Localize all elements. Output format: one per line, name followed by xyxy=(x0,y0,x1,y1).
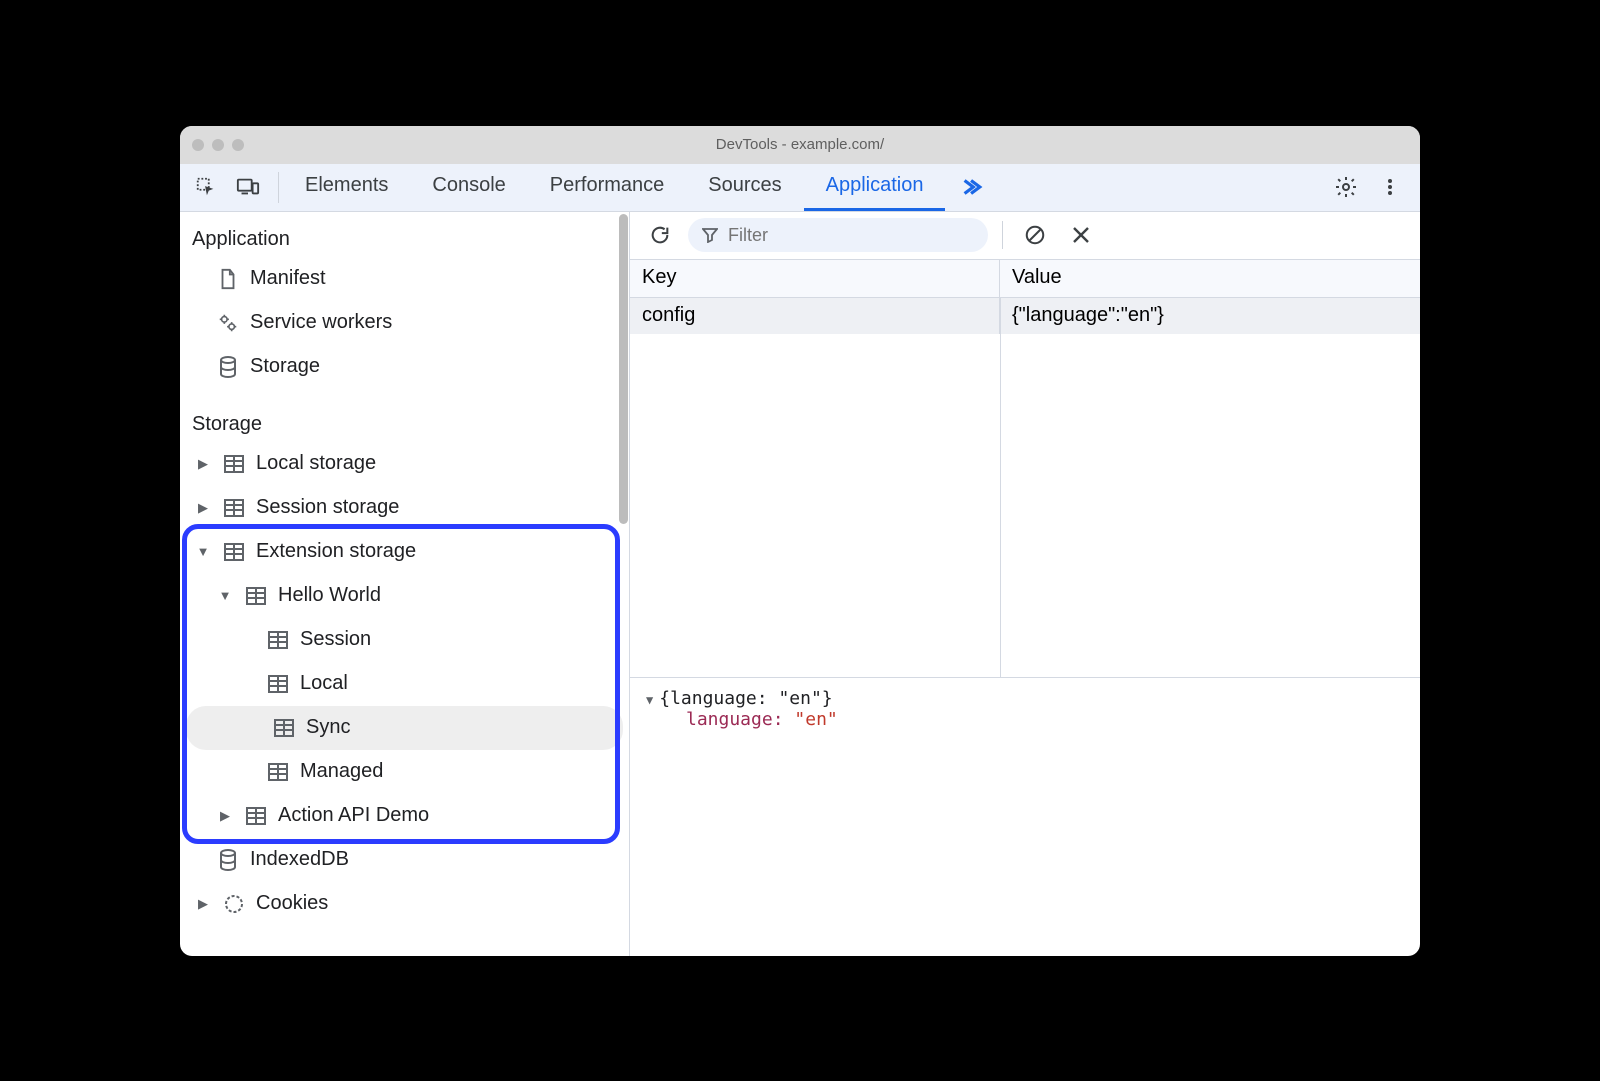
cell-value: {"language":"en"} xyxy=(1000,304,1420,327)
sidebar-item-session-storage[interactable]: ▶ Session storage xyxy=(180,486,629,530)
clear-all-icon[interactable] xyxy=(1017,217,1053,253)
table-body: config {"language":"en"} xyxy=(630,298,1420,678)
content-panel: Key Value config {"language":"en"} ▼{lan… xyxy=(630,212,1420,956)
sidebar-item-action-api-demo[interactable]: ▶ Action API Demo xyxy=(180,794,629,838)
sidebar-item-managed[interactable]: Managed xyxy=(180,750,629,794)
tab-elements[interactable]: Elements xyxy=(283,164,410,211)
filter-input[interactable] xyxy=(688,218,988,252)
tab-sources[interactable]: Sources xyxy=(686,164,803,211)
table-row[interactable]: config {"language":"en"} xyxy=(630,298,1420,334)
gear-icon[interactable] xyxy=(1328,169,1364,205)
traffic-min[interactable] xyxy=(212,139,224,151)
sidebar-item-hello-world[interactable]: ▼ Hello World xyxy=(180,574,629,618)
value-preview: ▼{language: "en"} language: "en" xyxy=(630,678,1420,956)
table-icon xyxy=(244,587,268,605)
main-toolbar: Elements Console Performance Sources App… xyxy=(180,164,1420,212)
kebab-icon[interactable] xyxy=(1372,169,1408,205)
sidebar: Application Manifest Service workers Sto… xyxy=(180,212,630,956)
sidebar-item-service-workers[interactable]: Service workers xyxy=(180,301,629,345)
table-icon xyxy=(266,631,290,649)
section-application: Application xyxy=(180,218,629,257)
chevron-down-icon: ▼ xyxy=(194,544,212,559)
sidebar-item-cookies[interactable]: ▶ Cookies xyxy=(180,882,629,926)
sidebar-item-local-storage[interactable]: ▶ Local storage xyxy=(180,442,629,486)
section-storage: Storage xyxy=(180,403,629,442)
traffic-close[interactable] xyxy=(192,139,204,151)
db-icon xyxy=(216,356,240,378)
sidebar-item-extension-storage[interactable]: ▼ Extension storage xyxy=(180,530,629,574)
sidebar-item-sync[interactable]: Sync xyxy=(186,706,623,750)
filter-icon xyxy=(702,227,718,243)
chevron-right-icon: ▶ xyxy=(194,896,212,912)
column-value[interactable]: Value xyxy=(1000,260,1420,297)
chevron-right-icon: ▶ xyxy=(216,808,234,824)
sidebar-item-manifest[interactable]: Manifest xyxy=(180,257,629,301)
table-icon xyxy=(244,807,268,825)
more-tabs-icon[interactable] xyxy=(945,164,995,211)
table-icon xyxy=(222,543,246,561)
column-key[interactable]: Key xyxy=(630,260,1000,297)
table-icon xyxy=(272,719,296,737)
traffic-max[interactable] xyxy=(232,139,244,151)
table-icon xyxy=(222,499,246,517)
panel-tabs: Elements Console Performance Sources App… xyxy=(283,164,945,211)
refresh-icon[interactable] xyxy=(642,217,678,253)
chevron-down-icon[interactable]: ▼ xyxy=(646,693,653,707)
tab-console[interactable]: Console xyxy=(410,164,527,211)
sidebar-item-local[interactable]: Local xyxy=(180,662,629,706)
tab-performance[interactable]: Performance xyxy=(528,164,687,211)
sidebar-item-session[interactable]: Session xyxy=(180,618,629,662)
table-icon xyxy=(266,675,290,693)
devtools-window: DevTools - example.com/ Elements Console xyxy=(180,126,1420,956)
chevron-down-icon: ▼ xyxy=(216,588,234,603)
table-icon xyxy=(222,455,246,473)
file-icon xyxy=(216,268,240,290)
tab-application[interactable]: Application xyxy=(804,164,946,211)
window-title: DevTools - example.com/ xyxy=(180,136,1420,153)
close-icon[interactable] xyxy=(1063,217,1099,253)
filter-text[interactable] xyxy=(728,225,974,246)
cookie-icon xyxy=(222,894,246,914)
device-toggle-icon[interactable] xyxy=(230,169,266,205)
titlebar: DevTools - example.com/ xyxy=(180,126,1420,164)
cell-key: config xyxy=(630,298,1000,334)
db-icon xyxy=(216,849,240,871)
inspect-icon[interactable] xyxy=(188,169,224,205)
chevron-right-icon: ▶ xyxy=(194,456,212,472)
sidebar-item-indexeddb[interactable]: IndexedDB xyxy=(180,838,629,882)
chevron-right-icon: ▶ xyxy=(194,500,212,516)
table-header: Key Value xyxy=(630,260,1420,298)
sidebar-item-storage[interactable]: Storage xyxy=(180,345,629,389)
table-icon xyxy=(266,763,290,781)
gears-icon xyxy=(216,312,240,334)
